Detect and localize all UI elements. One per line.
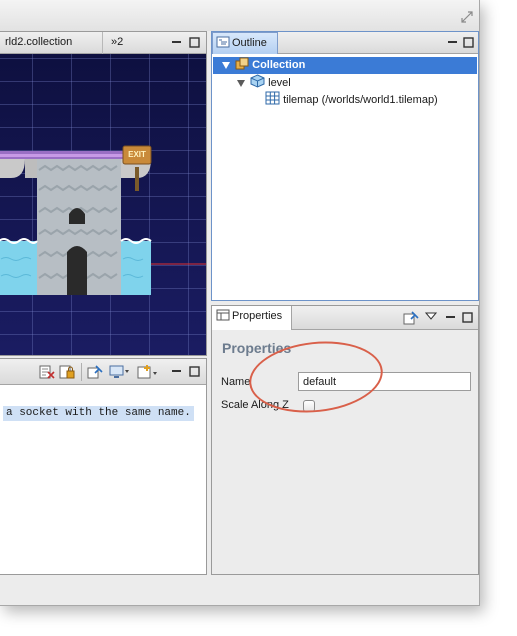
properties-tabbar: Properties	[212, 306, 478, 330]
editor-tabbar: rld2.collection »2	[0, 32, 206, 54]
maximize-icon[interactable]	[463, 37, 474, 48]
properties-body: Properties Name Scale Along Z	[212, 330, 478, 574]
expand-triangle-icon[interactable]	[237, 79, 245, 87]
scene-editor-pane: rld2.collection »2 EXIT	[0, 31, 207, 356]
maximize-icon[interactable]	[189, 366, 200, 377]
tab-overflow[interactable]: »2	[105, 32, 135, 54]
outline-pane: Outline Collection level tilemap (/world…	[211, 31, 479, 301]
console-line: a socket with the same name.	[3, 406, 194, 421]
cube-icon	[250, 74, 265, 88]
app-window: rld2.collection »2 EXIT a socket with th…	[0, 0, 480, 606]
expand-triangle-icon[interactable]	[222, 61, 230, 69]
minimize-icon[interactable]	[445, 312, 456, 323]
display-console-icon[interactable]	[109, 365, 129, 379]
tab-outline-label: Outline	[232, 37, 267, 49]
tab-label: rld2.collection	[5, 36, 73, 48]
maximize-icon[interactable]	[462, 312, 473, 323]
minimize-icon[interactable]	[171, 366, 182, 377]
tree-item-label: level	[268, 77, 291, 89]
outline-tree: Collection level tilemap (/worlds/world1…	[212, 54, 478, 300]
maximize-icon[interactable]	[189, 37, 200, 48]
properties-pane: Properties Properties Name Scale Along Z	[211, 305, 479, 575]
view-menu-icon[interactable]	[425, 312, 437, 321]
pin-console-icon[interactable]	[87, 365, 103, 379]
tree-item-label: Collection	[252, 59, 306, 71]
window-topbar	[0, 0, 479, 31]
level-tiles	[0, 145, 206, 295]
minimize-icon[interactable]	[447, 37, 458, 48]
properties-icon	[216, 309, 230, 321]
resize-diagonal-icon[interactable]	[460, 10, 474, 24]
tab-properties-label: Properties	[232, 310, 283, 322]
tab-outline[interactable]: Outline	[212, 32, 278, 54]
open-console-icon[interactable]	[137, 364, 159, 380]
tab-properties[interactable]: Properties	[212, 306, 292, 330]
pin-properties-icon[interactable]	[403, 311, 419, 325]
toolbar-separator	[81, 363, 82, 381]
name-label: Name	[221, 376, 251, 388]
tab-world2-collection[interactable]: rld2.collection	[0, 32, 103, 54]
tree-item-collection[interactable]: Collection	[213, 57, 477, 74]
console-output[interactable]: a socket with the same name.	[0, 385, 206, 574]
console-toolbar	[0, 359, 206, 385]
tree-item-level[interactable]: level	[237, 74, 291, 91]
collection-icon	[235, 57, 249, 70]
exit-sign-label: EXIT	[128, 150, 146, 159]
outline-tabbar: Outline	[212, 32, 478, 54]
scene-view[interactable]: EXIT	[0, 54, 206, 355]
tilemap-grid-icon	[265, 91, 280, 105]
minimize-icon[interactable]	[171, 37, 182, 48]
tab-overflow-label: »2	[111, 36, 124, 48]
console-pane: a socket with the same name.	[0, 358, 207, 575]
clear-console-icon[interactable]	[39, 365, 55, 379]
scroll-lock-icon[interactable]	[59, 365, 75, 379]
tree-item-tilemap[interactable]: tilemap (/worlds/world1.tilemap)	[265, 91, 438, 108]
outline-icon	[216, 36, 230, 48]
tree-item-label: tilemap (/worlds/world1.tilemap)	[283, 94, 438, 106]
